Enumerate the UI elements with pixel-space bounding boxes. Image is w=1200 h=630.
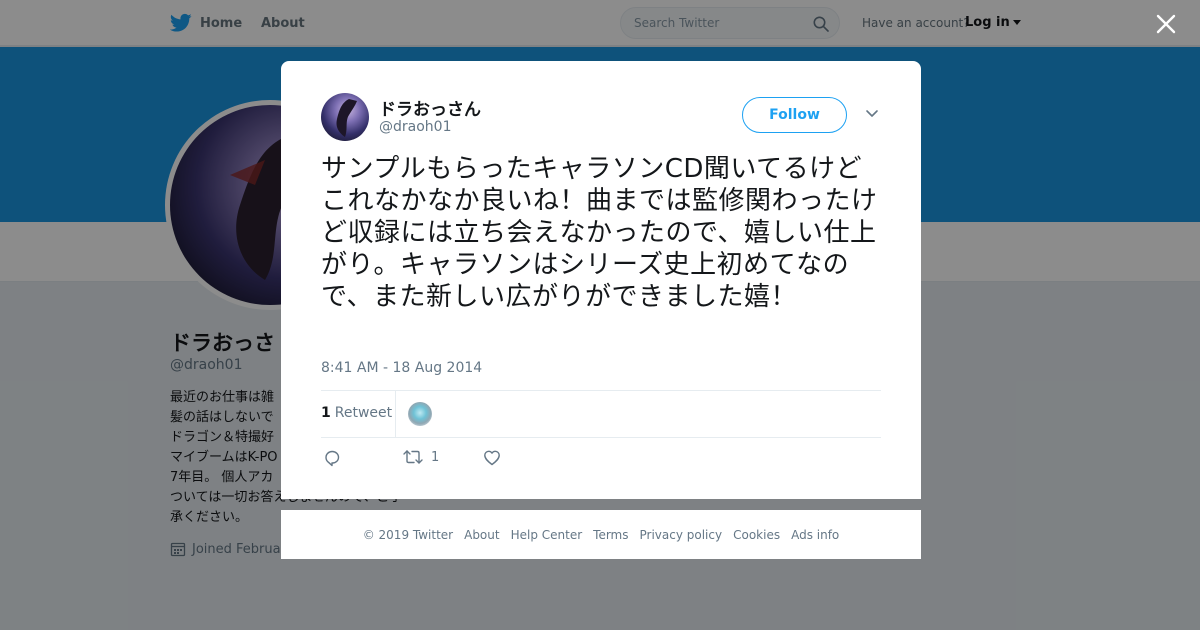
tweet-timestamp[interactable]: 8:41 AM - 18 Aug 2014 [321, 360, 482, 376]
follow-button[interactable]: Follow [742, 97, 847, 133]
reply-button[interactable] [323, 449, 341, 467]
footer-link-about[interactable]: About [464, 528, 499, 542]
retweet-icon [403, 450, 423, 464]
tweet-modal: ドラおっさん @draoh01 Follow サンプルもらったキャラソンCD聞い… [281, 61, 921, 499]
footer-link-ads-info[interactable]: Ads info [791, 528, 839, 542]
heart-icon [484, 450, 500, 466]
retweet-stat[interactable]: 1 Retweet [321, 405, 392, 421]
tweet-text: サンプルもらったキャラソンCD聞いてるけどこれなかなか良いね！曲までは監修関わっ… [321, 154, 878, 312]
modal-footer: © 2019 Twitter About Help Center Terms P… [281, 510, 921, 559]
close-icon[interactable] [1154, 12, 1178, 36]
author-handle[interactable]: @draoh01 [379, 119, 451, 135]
retweet-action-count: 1 [431, 449, 440, 465]
retweet-stat-label: Retweet [334, 405, 393, 421]
tweet-stats: 1 Retweet [321, 390, 881, 438]
author-avatar[interactable] [321, 93, 369, 141]
retweet-button[interactable]: 1 [403, 449, 439, 465]
footer-link-cookies[interactable]: Cookies [733, 528, 780, 542]
retweeter-avatar[interactable] [408, 402, 432, 426]
like-button[interactable] [483, 449, 501, 467]
footer-link-terms[interactable]: Terms [593, 528, 628, 542]
reply-icon [325, 450, 340, 467]
tweet-actions: 1 [321, 449, 881, 473]
chevron-down-icon[interactable] [865, 109, 879, 119]
author-name[interactable]: ドラおっさん [379, 95, 481, 120]
footer-link-privacy[interactable]: Privacy policy [640, 528, 723, 542]
footer-link-help-center[interactable]: Help Center [511, 528, 583, 542]
divider [395, 391, 396, 437]
retweet-count: 1 [321, 405, 331, 421]
footer-copyright: © 2019 Twitter [362, 527, 454, 542]
dragon-image [336, 99, 357, 137]
